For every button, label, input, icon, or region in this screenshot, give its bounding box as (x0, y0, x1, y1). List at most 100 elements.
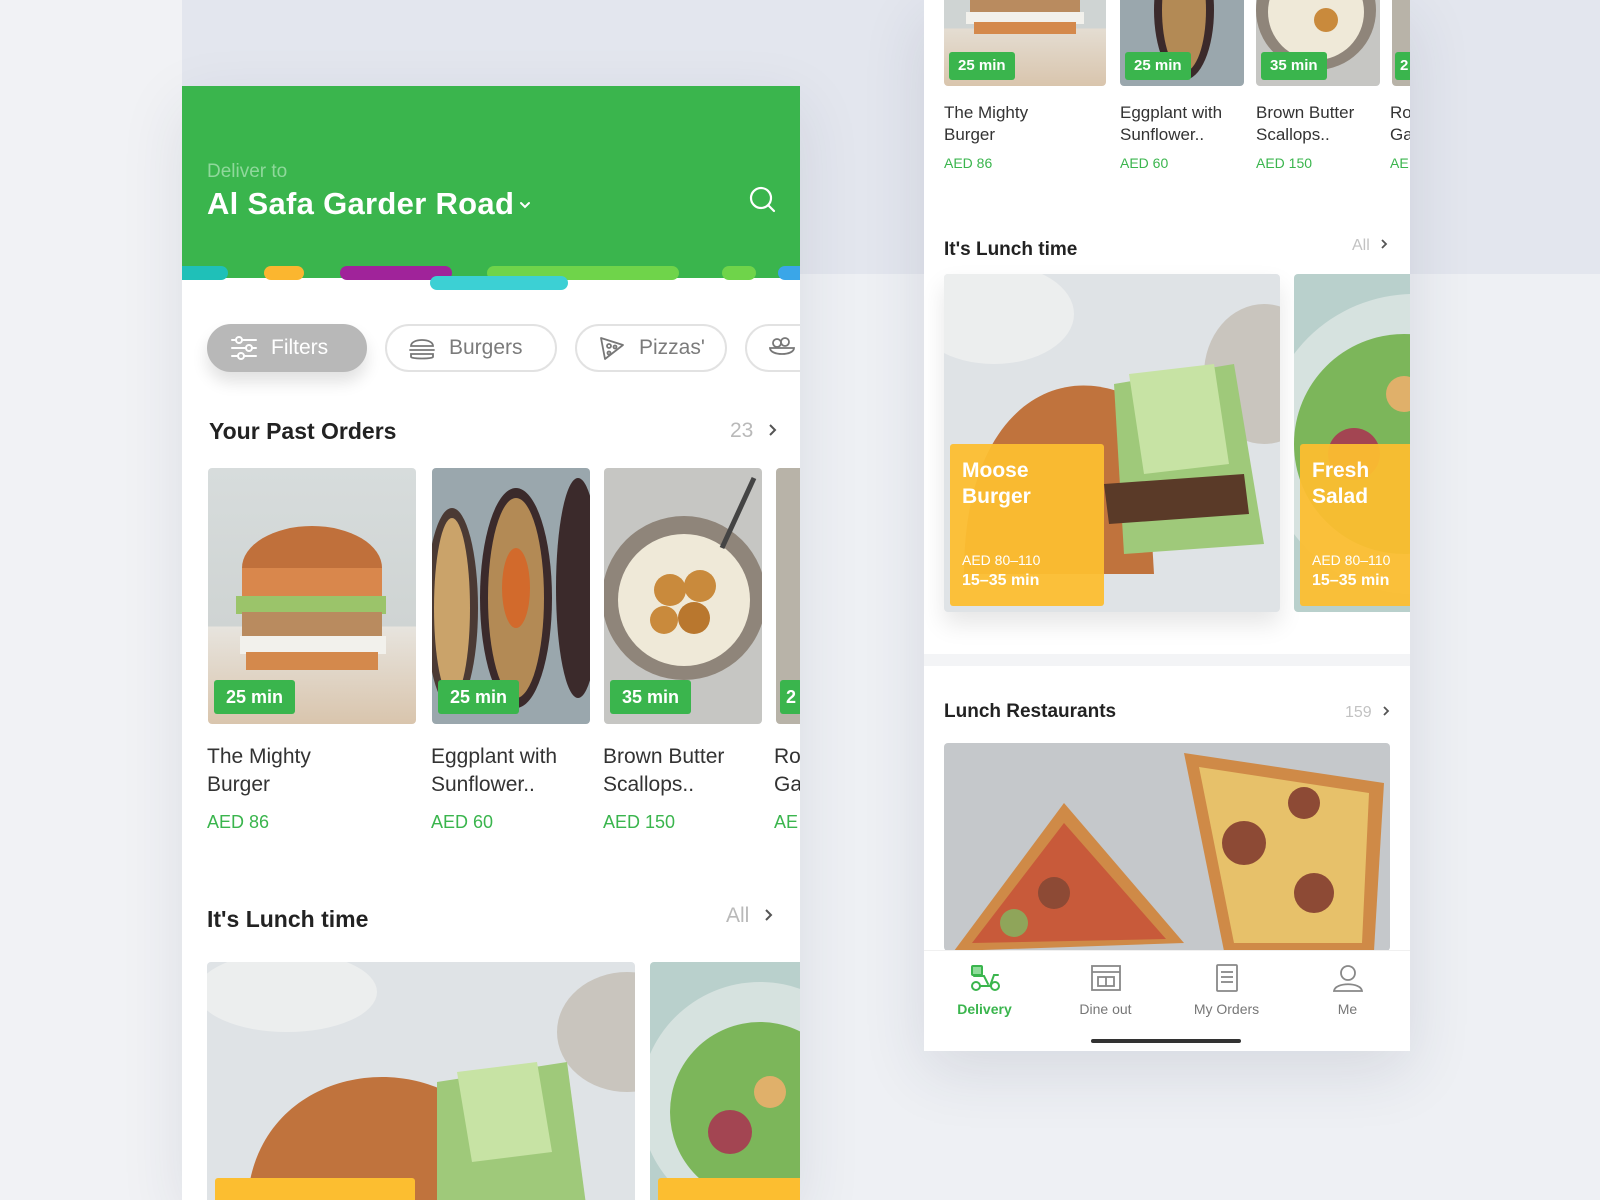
dish-name[interactable]: Ro Ga (1390, 102, 1410, 146)
food-image-eggplant[interactable]: 25 min (1120, 0, 1244, 86)
dish-price: AED 150 (603, 812, 676, 832)
burger-icon (409, 339, 435, 360)
header-decoration-stripe (722, 266, 756, 280)
food-image-scallops[interactable]: 35 min (1256, 0, 1380, 86)
section-divider (924, 654, 1410, 666)
food-image-burger[interactable]: 25 min (208, 468, 416, 724)
lunch-image-salad[interactable] (650, 962, 800, 1200)
sliders-icon (231, 336, 257, 360)
search-icon[interactable] (747, 184, 779, 216)
lunch-image-burger[interactable] (207, 962, 635, 1200)
storefront-icon (1091, 965, 1121, 991)
dish-name-line1: The Mighty (207, 745, 311, 768)
lunch-card-overlay (658, 1178, 800, 1200)
prep-time-badge: 25 min (949, 52, 1015, 80)
lunch-all-link[interactable]: All (726, 904, 773, 928)
count-value: 23 (730, 419, 754, 442)
dish-name-line1: The Mighty (944, 103, 1029, 122)
prep-time-badge: 35 min (1261, 52, 1327, 80)
dish-name-line2: Burger (944, 125, 996, 144)
dish-name[interactable]: The Mighty Burger (207, 743, 311, 799)
delivery-time: 15–35 min (962, 572, 1040, 589)
tab-delivery[interactable]: Delivery (924, 951, 1045, 1031)
dish-price: AED 86 (944, 155, 993, 171)
price-range: AED 80–110 (1312, 552, 1391, 568)
burgers-chip[interactable]: Burgers (385, 324, 557, 372)
header-decoration-stripe (182, 266, 228, 280)
chevron-right-icon (769, 424, 777, 436)
dish-price: AED 60 (1120, 155, 1169, 171)
tab-label: My Orders (1193, 1001, 1260, 1017)
dish-name[interactable]: Brown Butter Scallops.. (603, 743, 724, 799)
dish-price: AED 86 (207, 812, 270, 832)
tab-dine-out[interactable]: Dine out (1045, 951, 1166, 1031)
header-decoration-stripe (430, 276, 568, 290)
background-left-band (0, 0, 182, 1200)
dish-name-line2: Scallops.. (1256, 125, 1330, 144)
dish-name[interactable]: Eggplant with Sunflower.. (1120, 102, 1222, 146)
food-image-partial[interactable]: 2 (776, 468, 800, 724)
lunch-card-fresh-salad[interactable]: Fresh Salad AED 80–110 15–35 min (1294, 274, 1410, 612)
tab-label: Delivery (957, 1001, 1012, 1017)
dish-name-line2: Burger (207, 773, 271, 796)
header-decoration-stripe (264, 266, 304, 280)
lunch-card-info: Fresh Salad AED 80–110 15–35 min (1300, 444, 1410, 606)
prep-time-badge: 25 min (1125, 52, 1191, 80)
past-orders-count[interactable]: 23 (730, 419, 777, 443)
count-value: 159 (1345, 704, 1372, 721)
moose-burger-illustration (207, 962, 635, 1200)
chevron-right-icon (1383, 706, 1390, 716)
dish-price: AED 150 (1256, 155, 1313, 171)
lunch-time-title: It's Lunch time (207, 906, 369, 932)
food-image-burger[interactable]: 25 min (944, 0, 1106, 86)
dish-name[interactable]: The Mighty Burger (944, 102, 1028, 146)
dish-name-line1: Eggplant with (1120, 103, 1223, 122)
phone-screen-left: Deliver to Al Safa Garder Road Filters B… (182, 86, 800, 1200)
salad-illustration (650, 982, 800, 1200)
header-decoration-stripe (778, 266, 800, 280)
dish-price: AE (774, 812, 799, 832)
category-chips: Filters Burgers Pizzas' (207, 324, 800, 374)
lunch-restaurants-title: Lunch Restaurants (944, 701, 1117, 722)
prep-time-badge: 25 min (214, 680, 296, 714)
dish-price: AE (1390, 155, 1409, 171)
prep-time-badge: 35 min (610, 680, 692, 714)
restaurant-name-line2: Burger (962, 485, 1031, 508)
chevron-down-icon[interactable] (518, 198, 532, 212)
delivery-address[interactable]: Al Safa Garder Road (207, 186, 514, 222)
chip-label: Pizzas' (639, 336, 705, 359)
pizzas-chip[interactable]: Pizzas' (575, 324, 727, 372)
lunch-time-title: It's Lunch time (944, 239, 1078, 260)
dish-name[interactable]: Brown Butter Scallops.. (1256, 102, 1354, 146)
tab-me[interactable]: Me (1287, 951, 1408, 1031)
dish-name[interactable]: Eggplant with Sunflower.. (431, 743, 557, 799)
prep-time-badge: 2 (780, 680, 800, 714)
all-label: All (1352, 237, 1370, 254)
home-indicator[interactable] (1091, 1039, 1241, 1043)
restaurant-name: Fresh Salad (1312, 458, 1369, 510)
salad-chip[interactable] (745, 324, 800, 372)
prep-time-badge: 2 (1395, 52, 1410, 80)
filters-chip[interactable]: Filters (207, 324, 367, 372)
restaurant-name-line1: Fresh (1312, 459, 1370, 482)
dish-name-line2: Sunflower.. (431, 773, 535, 796)
dish-name-line2: Scallops.. (603, 773, 695, 796)
dish-name-line1: Ro (774, 745, 800, 768)
dish-price: AED 60 (431, 812, 494, 832)
bottom-tab-bar: Delivery Dine out My Orders Me (924, 950, 1410, 1051)
tab-label: Dine out (1079, 1001, 1132, 1017)
app-header: Deliver to Al Safa Garder Road (182, 86, 800, 290)
receipt-list-icon (1216, 964, 1238, 992)
food-image-eggplant[interactable]: 25 min (432, 468, 590, 724)
chevron-right-icon (765, 909, 773, 921)
tab-my-orders[interactable]: My Orders (1166, 951, 1287, 1031)
lunch-all-link[interactable]: All (1352, 237, 1388, 255)
restaurants-count[interactable]: 159 (1345, 704, 1390, 722)
prep-time-badge: 25 min (438, 680, 520, 714)
dish-name[interactable]: Ro Ga (774, 743, 800, 799)
food-image-scallops[interactable]: 35 min (604, 468, 762, 724)
lunch-card-moose-burger[interactable]: Moose Burger AED 80–110 15–35 min (944, 274, 1280, 612)
food-image-partial[interactable]: 2 (1392, 0, 1410, 86)
all-label: All (726, 904, 750, 927)
restaurant-image-pizza[interactable] (944, 743, 1390, 951)
